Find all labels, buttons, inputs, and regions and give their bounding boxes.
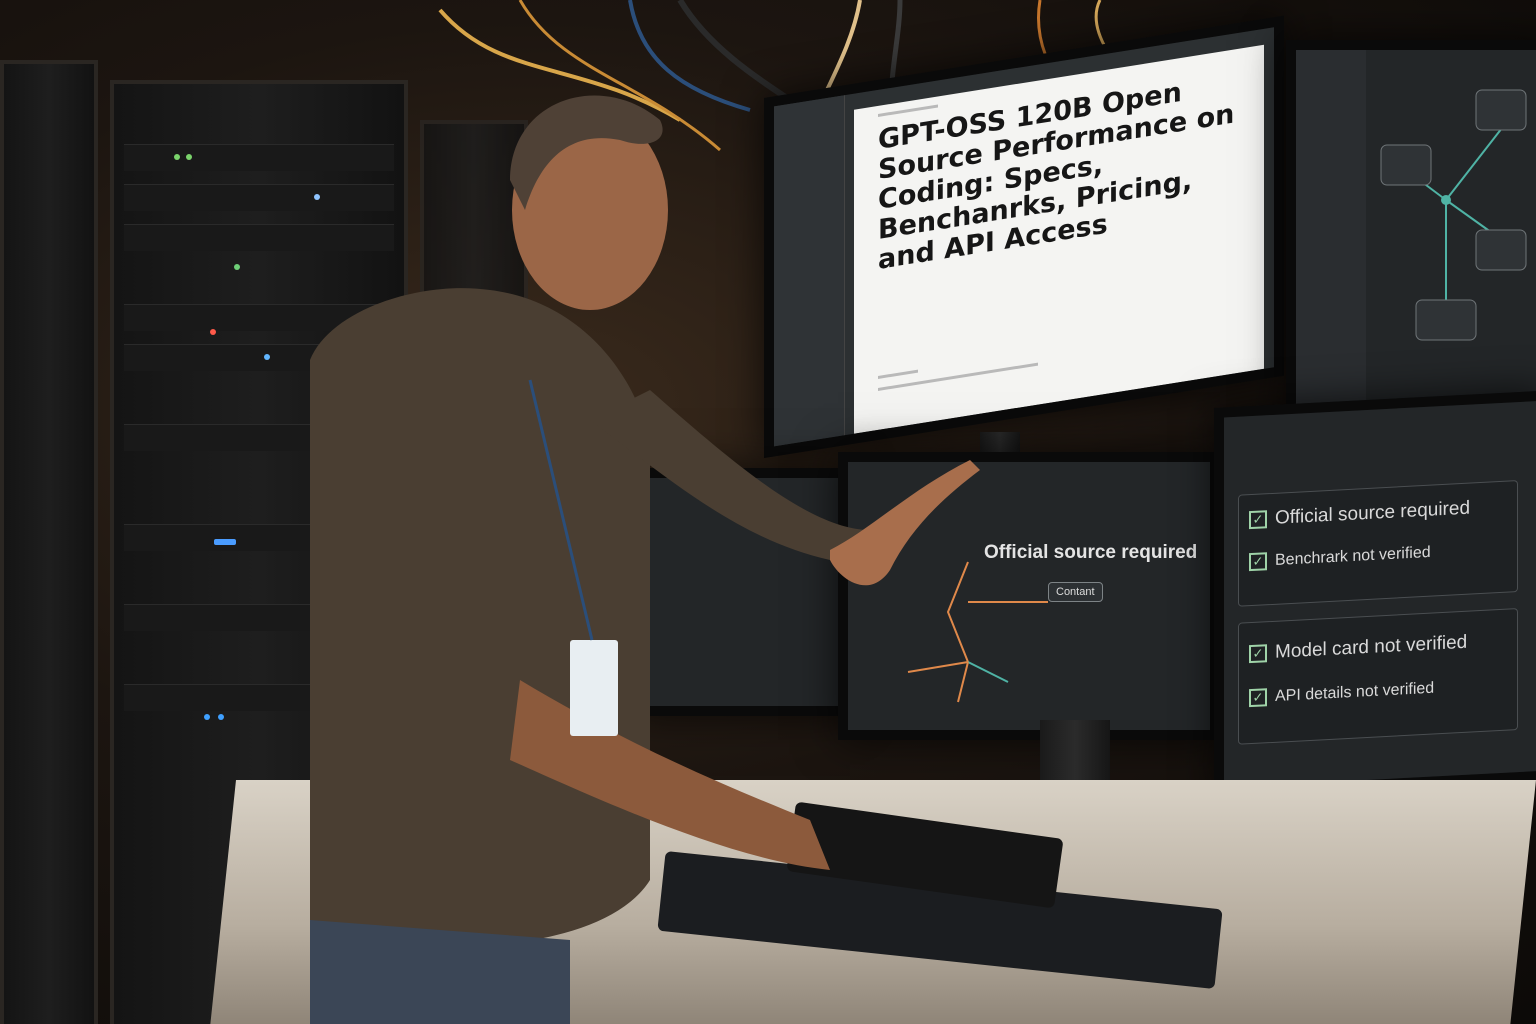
checkbox-checked-icon: ✓ [1249,644,1267,664]
check-item: ✓ Benchrark not verified [1249,544,1431,572]
check-item: ✓ API details not verified [1249,679,1435,708]
check-item: ✓ Model card not verified [1249,632,1467,665]
checklist-group-1: ✓ Official source required ✓ Benchrark not… [1238,480,1518,607]
person-silhouette [310,95,980,1024]
flow-diagram [1380,89,1527,341]
checklist-group-2: ✓ Model card not verified ✓ API details no… [1238,608,1518,745]
check-item-label: API details not verified [1275,679,1435,706]
checkbox-checked-icon: ✓ [1249,510,1267,530]
right-monitor: ✓ Official source required ✓ Benchrark not… [1214,390,1536,798]
top-right-monitor-screen [1296,50,1536,420]
check-item-label: Benchrark not verified [1275,543,1431,570]
graph-node: Contant [1048,582,1103,602]
checkbox-checked-icon: ✓ [1249,552,1267,572]
server-rack-left [0,60,98,1024]
check-item: ✓ Official source required [1249,498,1470,532]
checkbox-checked-icon: ✓ [1249,688,1267,708]
right-monitor-screen: ✓ Official source required ✓ Benchrark not… [1224,401,1536,788]
check-item-label: Model card not verified [1275,631,1468,663]
photo-scene: GPT-OSS 120B Open Source Performance on … [0,0,1536,1024]
check-item-label: Official source required [1275,497,1471,529]
top-right-monitor [1286,40,1536,430]
